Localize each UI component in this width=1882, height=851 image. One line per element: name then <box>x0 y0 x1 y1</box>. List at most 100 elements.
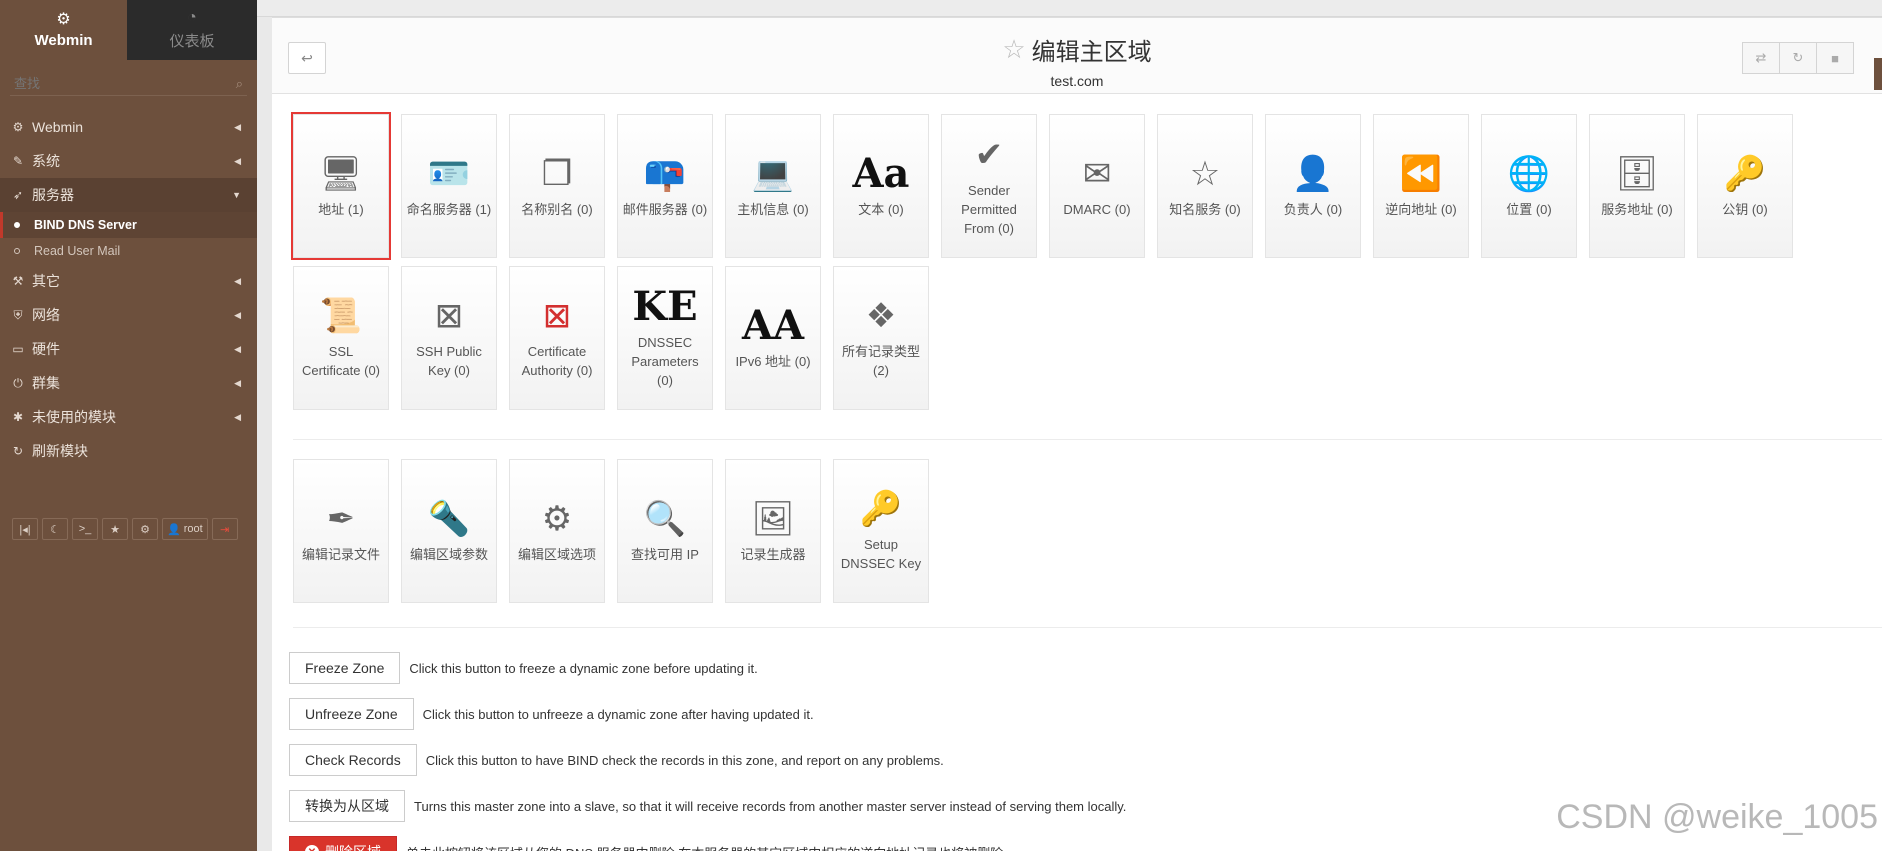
sidebar-item-label: 未使用的模块 <box>32 409 116 425</box>
sidebar-item-unused-modules[interactable]: ✱ 未使用的模块 ◀ <box>0 400 257 434</box>
stop-icon[interactable]: ■ <box>1816 42 1854 74</box>
star-icon[interactable]: ★ <box>102 518 128 540</box>
record-tile-label: 所有记录类型 (2) <box>841 344 920 378</box>
sidebar-menu: ⚙ Webmin ◀ ✎ 系统 ◀ ➶ 服务器 ▼ BIND DNS Serve… <box>0 110 257 468</box>
convert-to-slave-button[interactable]: 转换为从区域 <box>289 790 405 822</box>
checkmark-tools-icon: ✔ <box>974 135 1004 174</box>
terminal-icon[interactable]: >_ <box>72 518 98 540</box>
sidebar-item-servers[interactable]: ➶ 服务器 ▼ <box>0 178 257 212</box>
record-tile-label: 命名服务器 (1) <box>406 201 492 217</box>
tool-tile-edit-records-file[interactable]: ✒ 编辑记录文件 <box>293 459 389 603</box>
key-icon: 🔑 <box>859 490 903 528</box>
record-tile-dnssec-parameters[interactable]: KE DNSSEC Parameters (0) <box>617 266 713 410</box>
page-title-row: ☆ 编辑主区域 <box>1002 32 1151 67</box>
divider <box>293 439 1882 440</box>
sidebar-item-label: 其它 <box>32 273 60 289</box>
sidebar-item-cluster[interactable]: ⏻ 群集 ◀ <box>0 366 257 400</box>
chevron-left-icon: ◀ <box>234 377 241 388</box>
brand-tabs: ⚙ Webmin ◔ 仪表板 <box>0 0 257 60</box>
sidebar-item-label: 系统 <box>32 153 60 169</box>
quill-icon: ✒ <box>326 499 356 538</box>
collapse-sidebar-icon[interactable]: |◂| <box>12 518 38 540</box>
laptop-icon: 💻 <box>751 154 795 193</box>
tool-tile-edit-zone-options[interactable]: ⚙ 编辑区域选项 <box>509 459 605 603</box>
dnssec-icon: KE <box>632 282 698 330</box>
delete-zone-label: 删除区域 <box>325 842 381 851</box>
search-input[interactable] <box>14 76 214 91</box>
record-tile-text[interactable]: Aa 文本 (0) <box>833 114 929 258</box>
search-icon[interactable]: ⌕ <box>236 76 243 92</box>
delete-zone-button[interactable]: ✕ 删除区域 <box>289 836 397 851</box>
action-description: Click this button to unfreeze a dynamic … <box>422 706 814 722</box>
sidebar-item-refresh-modules[interactable]: ↻ 刷新模块 <box>0 434 257 468</box>
user-icon: 👤 <box>167 523 181 536</box>
gears-icon[interactable]: ⚙ <box>132 518 158 540</box>
globe-icon: 🌐 <box>1507 154 1551 193</box>
record-tile-public-key[interactable]: 🔑 公钥 (0) <box>1697 114 1793 258</box>
sidebar-item-hardware[interactable]: ▭ 硬件 ◀ <box>0 332 257 366</box>
header-buttons: ⇄ ↻ ■ <box>1742 42 1854 74</box>
sidebar-subitem-bind-dns[interactable]: BIND DNS Server <box>0 212 257 238</box>
computer-icon: 🖥 <box>319 154 363 193</box>
sidebar-subitem-read-user-mail[interactable]: Read User Mail <box>0 238 257 264</box>
record-tile-responsible-person[interactable]: 👤 负责人 (0) <box>1265 114 1361 258</box>
title-wrap: ☆ 编辑主区域 test.com <box>272 32 1882 89</box>
tool-tile-find-free-ip[interactable]: 🔍 查找可用 IP <box>617 459 713 603</box>
sidebar-item-label: 网络 <box>32 307 60 323</box>
user-button[interactable]: 👤 root <box>162 518 208 540</box>
record-tile-spf[interactable]: ✔ Sender Permitted From (0) <box>941 114 1037 258</box>
tool-tile-record-generator[interactable]: 🖼 记录生成器 <box>725 459 821 603</box>
sync-icon[interactable]: ⇄ <box>1742 42 1780 74</box>
refresh-icon[interactable]: ↻ <box>1779 42 1817 74</box>
tool-tile-setup-dnssec-key[interactable]: 🔑 Setup DNSSEC Key <box>833 459 929 603</box>
freeze-zone-button[interactable]: Freeze Zone <box>289 652 401 684</box>
record-tile-reverse-address[interactable]: ⏪ 逆向地址 (0) <box>1373 114 1469 258</box>
check-records-button[interactable]: Check Records <box>289 744 417 776</box>
sidebar-item-system[interactable]: ✎ 系统 ◀ <box>0 144 257 178</box>
tool-tile-edit-zone-params[interactable]: 🔦 编辑区域参数 <box>401 459 497 603</box>
record-tile-ssh-public-key[interactable]: ⊠ SSH Public Key (0) <box>401 266 497 410</box>
nameserver-card-icon: 🪪 <box>427 154 471 193</box>
server-icon: 🗄 <box>1615 154 1659 193</box>
record-tile-host-info[interactable]: 💻 主机信息 (0) <box>725 114 821 258</box>
alias-windows-icon: ❐ <box>541 154 573 193</box>
record-tile-well-known-service[interactable]: ☆ 知名服务 (0) <box>1157 114 1253 258</box>
chevron-down-icon: ▼ <box>232 190 241 200</box>
record-tile-certificate-authority[interactable]: ⊠ Certificate Authority (0) <box>509 266 605 410</box>
sidebar-item-label: 硬件 <box>32 341 60 357</box>
record-tile-label: 位置 (0) <box>1506 201 1552 217</box>
record-tile-alias[interactable]: ❐ 名称别名 (0) <box>509 114 605 258</box>
sidebar-item-network[interactable]: ⛨ 网络 ◀ <box>0 298 257 332</box>
record-tile-location[interactable]: 🌐 位置 (0) <box>1481 114 1577 258</box>
unfreeze-zone-button[interactable]: Unfreeze Zone <box>289 698 414 730</box>
record-tile-service-address[interactable]: 🗄 服务地址 (0) <box>1589 114 1685 258</box>
chevron-left-icon: ◀ <box>234 309 241 320</box>
record-tile-ipv6-address[interactable]: AA IPv6 地址 (0) <box>725 266 821 410</box>
record-tile-label: Certificate Authority (0) <box>521 344 593 378</box>
record-tile-dmarc[interactable]: ✉ DMARC (0) <box>1049 114 1145 258</box>
record-tile-address[interactable]: 🖥 地址 (1) <box>291 112 391 260</box>
sidebar-item-others[interactable]: ⚒ 其它 ◀ <box>0 264 257 298</box>
logout-icon[interactable]: ⇥ <box>211 518 238 540</box>
chevron-left-icon: ◀ <box>234 411 241 422</box>
record-tile-ssl-certificate[interactable]: 📜 SSL Certificate (0) <box>293 266 389 410</box>
power-icon: ⏻ <box>13 375 23 390</box>
magnifier-icon: 🔍 <box>643 499 687 538</box>
record-tile-all-types[interactable]: ❖ 所有记录类型 (2) <box>833 266 929 410</box>
record-tile-label: 服务地址 (0) <box>1601 201 1673 217</box>
favorite-star-icon[interactable]: ☆ <box>1002 34 1025 65</box>
tab-dashboard[interactable]: ◔ 仪表板 <box>127 0 257 60</box>
sidebar-subitem-label: BIND DNS Server <box>34 218 137 232</box>
moon-icon[interactable]: ☾ <box>42 518 68 540</box>
sidebar-item-webmin[interactable]: ⚙ Webmin ◀ <box>0 110 257 144</box>
record-tile-mail-server[interactable]: 📪 邮件服务器 (0) <box>617 114 713 258</box>
record-tile-nameserver[interactable]: 🪪 命名服务器 (1) <box>401 114 497 258</box>
chevron-left-icon: ◀ <box>234 275 241 286</box>
text-icon: Aa <box>852 149 910 197</box>
chevron-left-icon: ◀ <box>234 343 241 354</box>
record-tile-label: 主机信息 (0) <box>737 201 809 217</box>
page-header: ↩ ☆ 编辑主区域 test.com ⇄ ↻ ■ <box>272 18 1882 94</box>
tab-webmin[interactable]: ⚙ Webmin <box>0 0 127 60</box>
record-tile-label: Sender Permitted From (0) <box>961 182 1017 236</box>
action-description: Click this button to have BIND check the… <box>425 752 944 768</box>
